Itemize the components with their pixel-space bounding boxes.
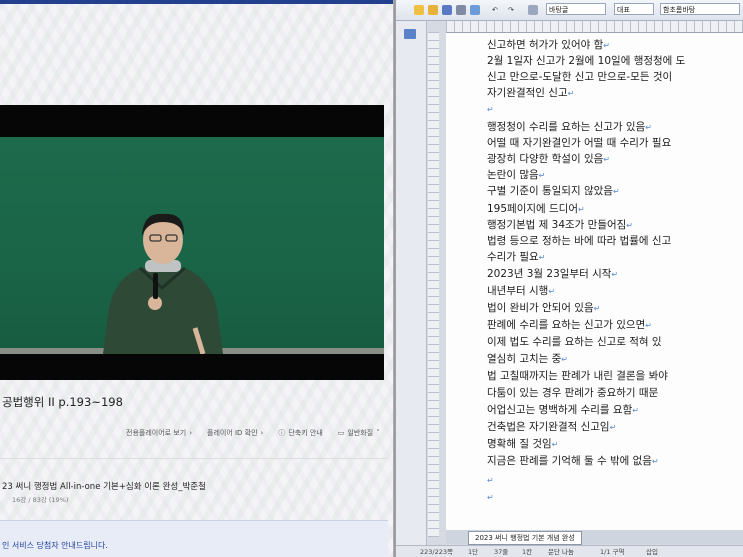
doc-line: 법령 등으로 정하는 바에 따라 법률에 신고: [487, 235, 672, 247]
doc-line: 법 고칠때까지는 판례가 내린 결론을 봐야: [487, 370, 668, 382]
doc-line: ↵: [487, 493, 494, 502]
new-document-icon[interactable]: [414, 5, 424, 15]
redo-icon[interactable]: ↷: [508, 4, 514, 16]
doc-line: 195페이지에 드디어↵: [487, 203, 585, 215]
check-player-id-link[interactable]: 플레이어 ID 확인 ›: [207, 428, 263, 438]
open-folder-icon[interactable]: [428, 5, 438, 15]
window-top-bar: [0, 0, 395, 4]
doc-line: 명확해 질 것임↵: [487, 438, 559, 450]
monitor-icon: ▭: [337, 429, 345, 437]
save-icon[interactable]: [442, 5, 452, 15]
doc-line: 행정청이 수리를 요하는 신고가 있음↵: [487, 121, 652, 133]
side-panel: [396, 21, 427, 557]
status-bar: 223/223쪽 1단 37줄 1칸 문단 나눔 1/1 구역 삽입: [396, 545, 743, 557]
toolbar: ↶ ↷ 바탕글 대표 함초롬바탕: [396, 0, 743, 21]
doc-line: 이제 법도 수리를 요하는 신고로 적혀 있: [487, 336, 662, 348]
open-dedicated-player-link[interactable]: 전용플레이어로 보기 ›: [126, 428, 192, 438]
doc-line: 신고하면 허가가 있어야 함↵: [487, 39, 610, 51]
status-char: 문단 나눔: [548, 548, 574, 556]
doc-line: 판례에 수리를 요하는 신고가 있으면↵: [487, 319, 652, 331]
doc-line: 지금은 판례를 기억해 둘 수 밖에 없음↵: [487, 455, 659, 467]
quality-selector[interactable]: ▭ 일반화질 ˅: [338, 428, 380, 438]
document-tab-bar: 2023 써니 행정법 기본 개념 완성: [446, 530, 743, 545]
doc-line: 어업신고는 명백하게 수리를 요함↵: [487, 404, 639, 416]
doc-line: 법이 완비가 안되어 있음↵: [487, 302, 601, 314]
status-line: 37줄: [494, 548, 509, 556]
doc-line: 자기완결적인 신고↵: [487, 87, 575, 99]
document-tab[interactable]: 2023 써니 행정법 기본 개념 완성: [468, 531, 582, 545]
status-zone: 1/1 구역: [600, 548, 625, 556]
course-progress: 16강 / 83강 (19%): [12, 496, 69, 504]
format-icon[interactable]: [528, 5, 538, 15]
preview-icon[interactable]: [470, 5, 480, 15]
doc-line: 열심히 고치는 중↵: [487, 353, 568, 365]
shortcut-guide-link[interactable]: ⓘ 단축키 안내: [278, 428, 322, 438]
doc-line: 어떨 때 자기완결인가 어떨 때 수리가 필요: [487, 137, 672, 149]
course-title[interactable]: 23 써니 행정법 All-in-one 기본+심화 이론 완성_박준철: [2, 480, 206, 492]
lecture-title: 공법행위 II p.193~198: [2, 395, 123, 409]
status-section: 1단: [468, 548, 479, 556]
font-face-combo[interactable]: 함초롬바탕: [660, 3, 740, 15]
doc-line: 2월 1일자 신고가 2월에 10일에 행정청에 도: [487, 55, 686, 67]
status-col: 1칸: [522, 548, 533, 556]
style-combo[interactable]: 바탕글: [546, 3, 606, 15]
notice-banner[interactable]: [0, 520, 388, 557]
doc-line: 구별 기준이 통일되지 않았음↵: [487, 185, 620, 197]
vertical-ruler[interactable]: [428, 32, 439, 537]
doc-line: 신고 만으로-도달한 신고 만으로-모든 것이: [487, 71, 673, 83]
divider: [0, 458, 388, 459]
info-icon: ⓘ: [278, 429, 286, 437]
font-group-combo[interactable]: 대표: [614, 3, 654, 15]
lecture-player-window: 공법행위 II p.193~198 전용플레이어로 보기 › 플레이어 ID 확…: [0, 0, 395, 557]
doc-line: 수리가 필요↵: [487, 251, 546, 263]
player-controls: 전용플레이어로 보기 › 플레이어 ID 확인 › ⓘ 단축키 안내 ▭ 일반화…: [126, 428, 380, 438]
doc-line: 다툼이 있는 경우 판례가 중요하기 때문: [487, 387, 659, 399]
lecturer-figure: [103, 213, 223, 354]
doc-line: 광장히 다양한 학설이 있음↵: [487, 153, 610, 165]
doc-line: 내년부터 시행↵: [487, 285, 556, 297]
word-processor-window: ↶ ↷ 바탕글 대표 함초롬바탕 신고하면 허가가 있어야 함↵ 2월 1일자 …: [396, 0, 743, 557]
undo-icon[interactable]: ↶: [492, 4, 498, 16]
doc-line: 행정기본법 제 34조가 만들어짐↵: [487, 219, 633, 231]
doc-line: ↵: [487, 476, 494, 485]
status-mode[interactable]: 삽입: [646, 546, 658, 557]
status-page: 223/223쪽: [420, 548, 453, 556]
chevron-right-icon: ›: [260, 429, 264, 437]
page-view-icon[interactable]: [404, 29, 416, 39]
doc-line: 건축법은 자기완결적 신고임↵: [487, 421, 617, 433]
doc-line: 논란이 많음↵: [487, 169, 546, 181]
chevron-down-icon: ˅: [376, 429, 380, 437]
chevron-right-icon: ›: [189, 429, 192, 437]
doc-line: 2023년 3월 23일부터 시작↵: [487, 268, 619, 280]
video-player[interactable]: [0, 105, 384, 380]
notice-text[interactable]: 인 서비스 당첨자 안내드립니다.: [2, 540, 108, 551]
print-icon[interactable]: [456, 5, 466, 15]
doc-line: ↵: [487, 105, 494, 114]
horizontal-ruler[interactable]: [446, 21, 743, 33]
